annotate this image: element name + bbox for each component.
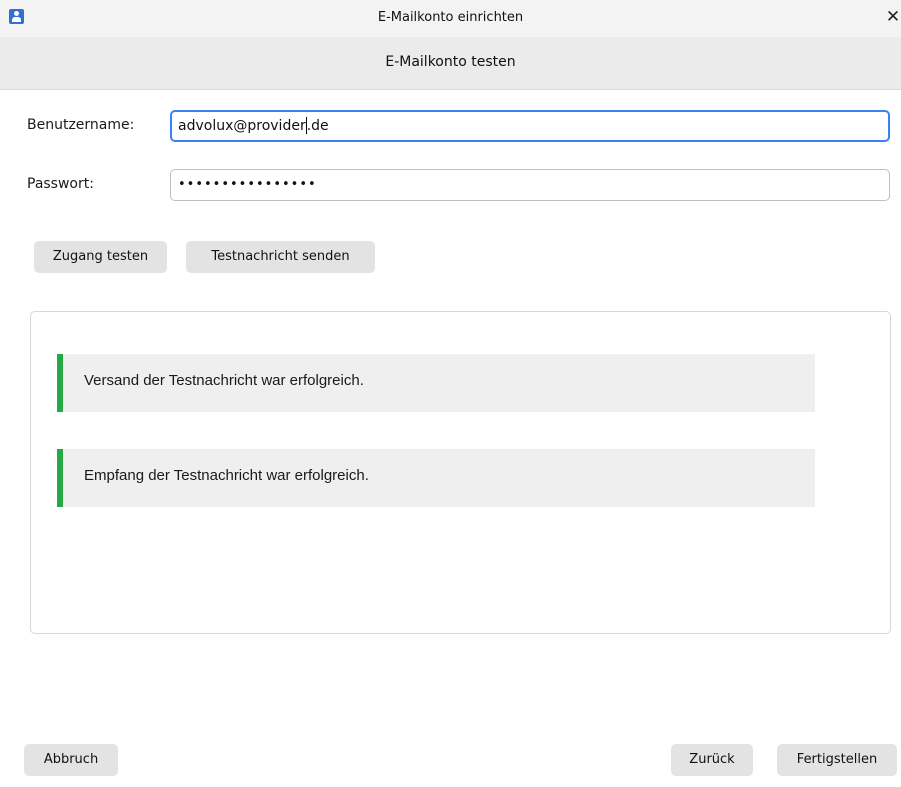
- result-message-text: Empfang der Testnachricht war erfolgreic…: [84, 467, 369, 484]
- result-message-text: Versand der Testnachricht war erfolgreic…: [84, 372, 364, 389]
- send-test-message-button[interactable]: Testnachricht senden: [186, 241, 375, 273]
- test-results-panel: Versand der Testnachricht war erfolgreic…: [30, 311, 891, 634]
- test-access-button[interactable]: Zugang testen: [34, 241, 167, 273]
- username-field[interactable]: advolux@provider.de: [170, 110, 890, 142]
- result-message-send: Versand der Testnachricht war erfolgreic…: [57, 354, 815, 412]
- username-value-end: .de: [306, 118, 329, 134]
- finish-button[interactable]: Fertigstellen: [777, 744, 897, 776]
- window-title: E-Mailkonto einrichten: [377, 10, 524, 25]
- page-title: E-Mailkonto testen: [385, 54, 516, 70]
- title-bar: E-Mailkonto einrichten ✕: [0, 0, 901, 37]
- back-button[interactable]: Zurück: [671, 744, 753, 776]
- username-label: Benutzername:: [27, 117, 135, 133]
- username-value-start: advolux@provider: [178, 118, 306, 134]
- cancel-button[interactable]: Abbruch: [24, 744, 118, 776]
- password-field[interactable]: ••••••••••••••••: [170, 169, 890, 201]
- close-icon[interactable]: ✕: [883, 7, 901, 27]
- page-header: E-Mailkonto testen: [0, 37, 901, 90]
- result-message-receive: Empfang der Testnachricht war erfolgreic…: [57, 449, 815, 507]
- password-label: Passwort:: [27, 176, 94, 192]
